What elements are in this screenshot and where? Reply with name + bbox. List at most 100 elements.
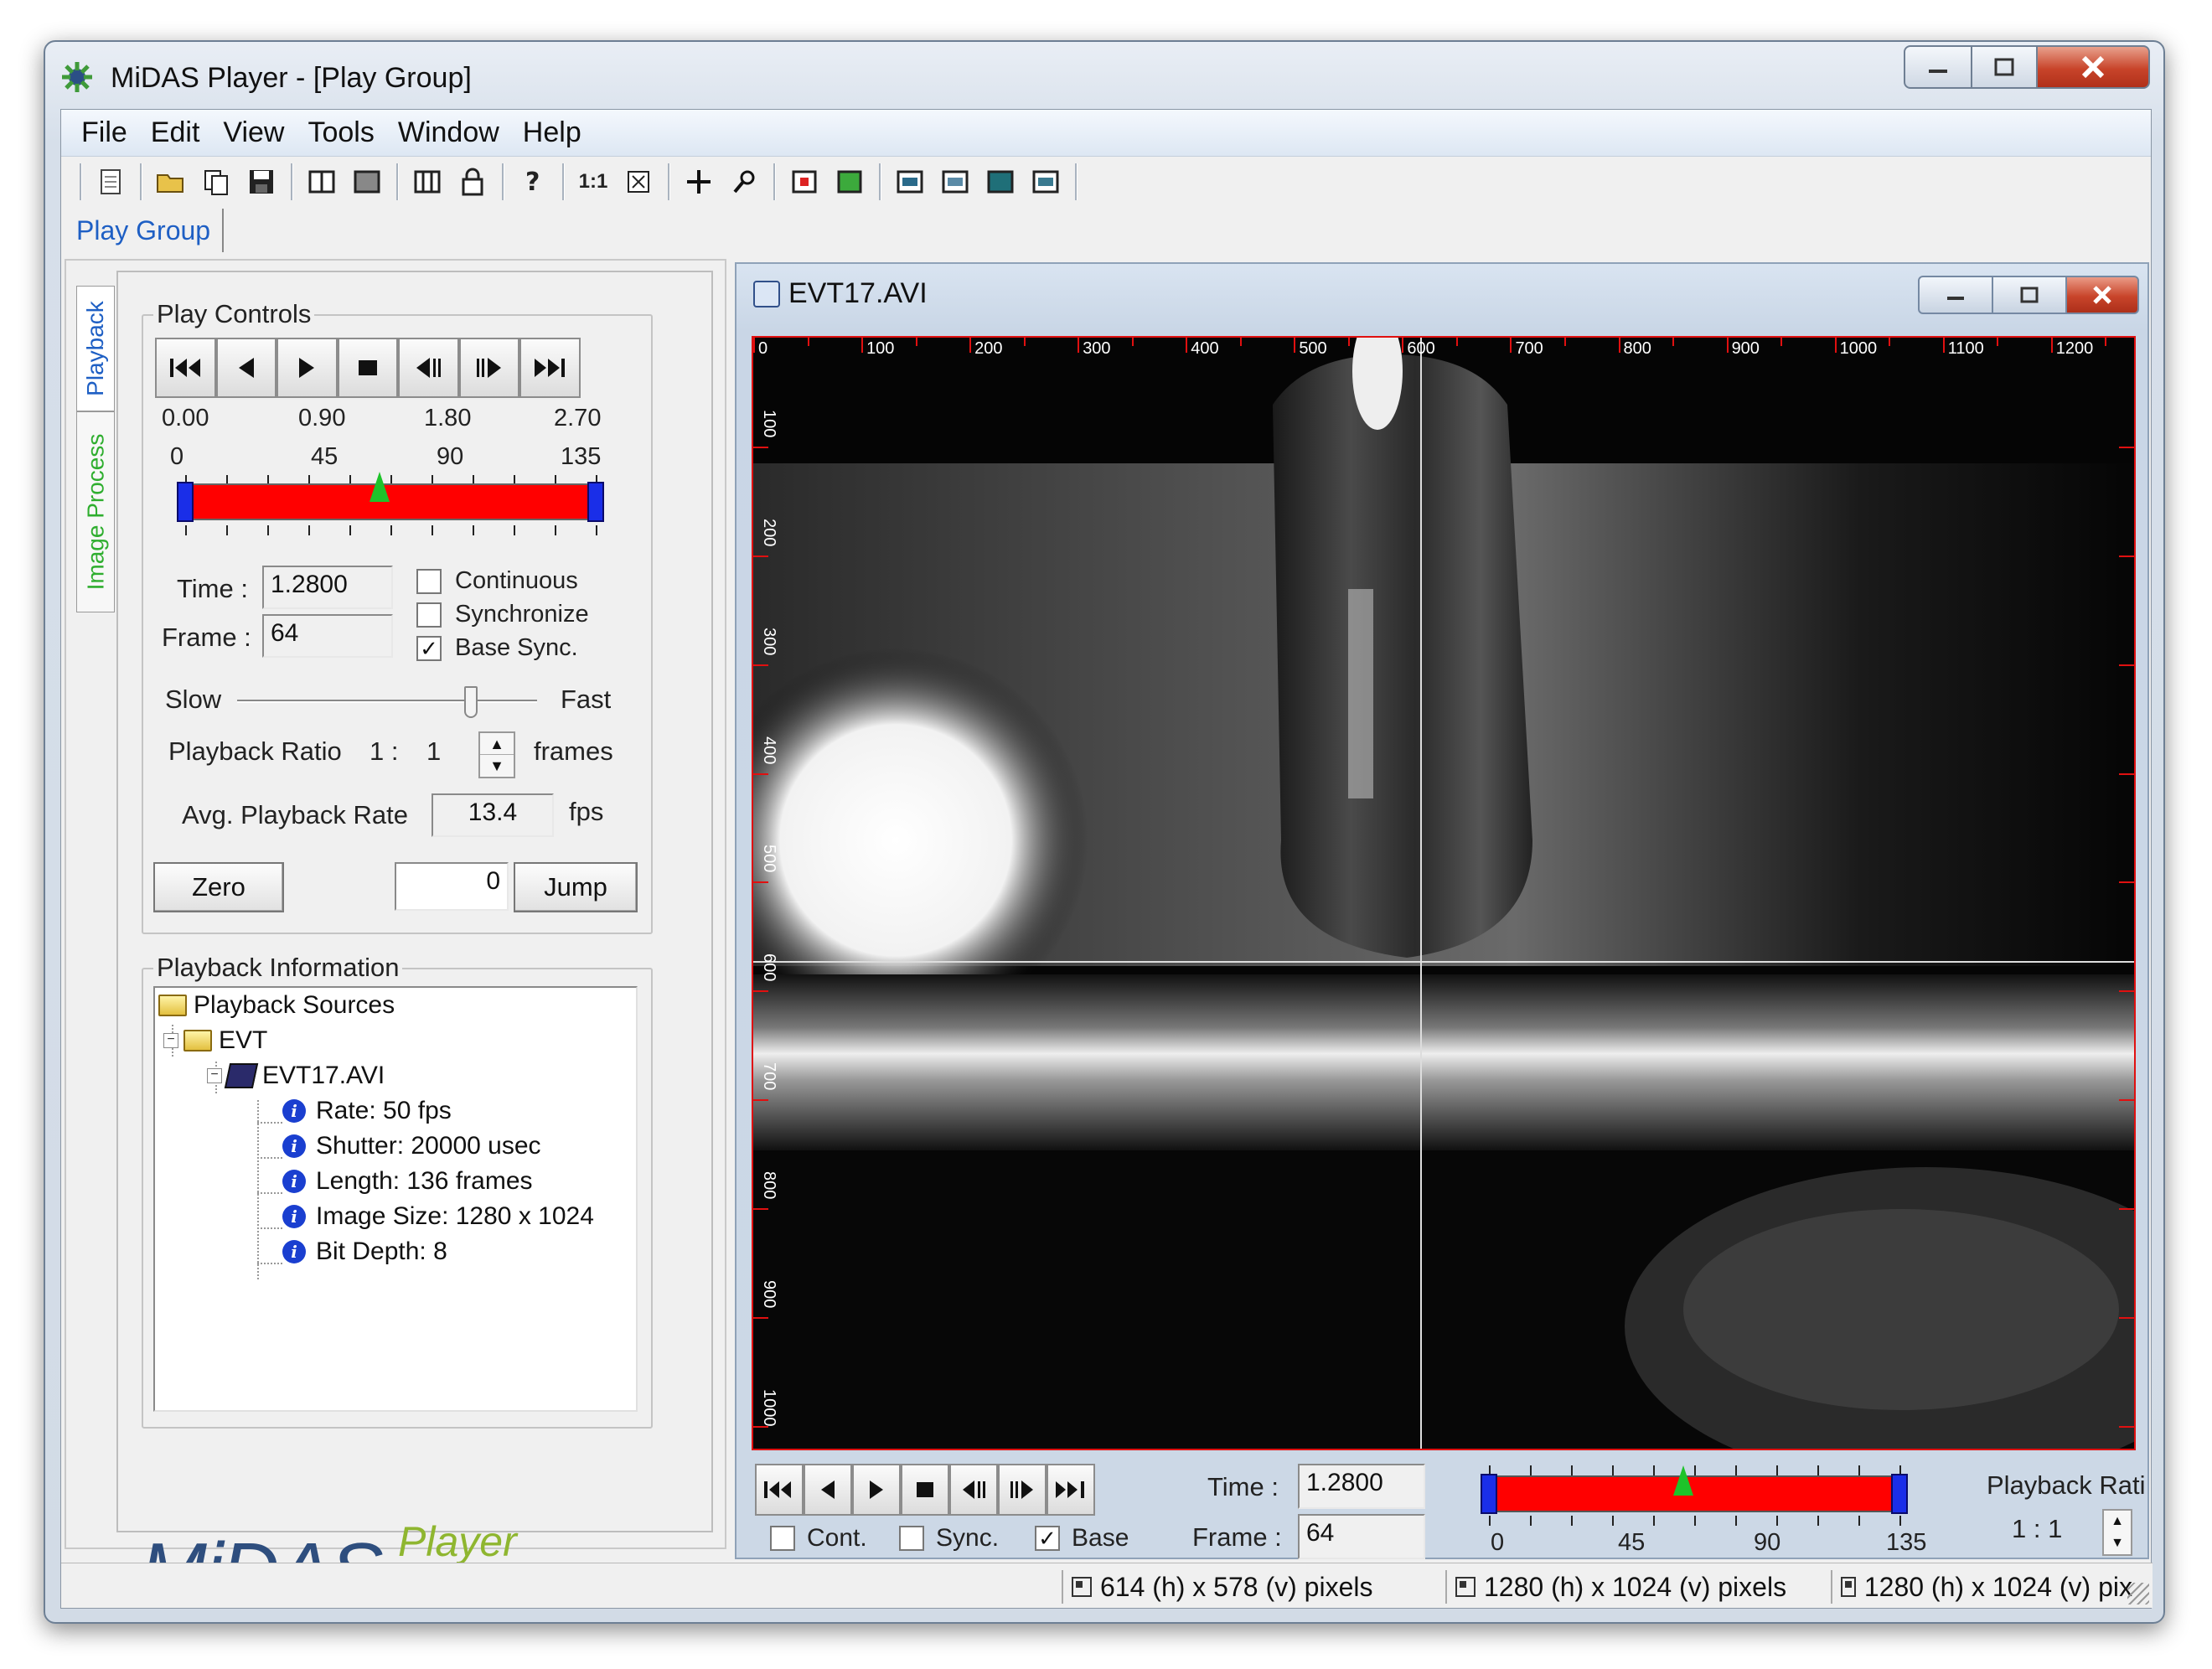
help-icon[interactable]: ?	[514, 163, 552, 201]
zoom-icon[interactable]	[725, 163, 763, 201]
continuous-checkbox[interactable]	[416, 569, 442, 594]
child-time-field[interactable]: 1.2800	[1298, 1464, 1425, 1509]
spin-up-icon[interactable]: ▲	[2104, 1511, 2131, 1532]
first-frame-button[interactable]	[755, 1464, 804, 1516]
crop-icon[interactable]	[785, 163, 824, 201]
ruler-tick	[1294, 338, 1296, 353]
ratio-spinner[interactable]: ▲ ▼	[478, 731, 515, 778]
slider-end-cap[interactable]	[1891, 1474, 1908, 1514]
play-button[interactable]	[852, 1464, 901, 1516]
video-frame[interactable]: 0 100 200 300 400 500 600 700 800 900 1000 1100 1200…	[752, 336, 2136, 1450]
title-bar[interactable]: MiDAS Player - [Play Group]	[45, 42, 2163, 109]
child-ratio-spinner[interactable]: ▲ ▼	[2102, 1509, 2132, 1556]
menu-edit[interactable]: Edit	[139, 116, 212, 149]
lock-icon[interactable]	[453, 163, 492, 201]
step-back-button[interactable]	[949, 1464, 998, 1516]
minimize-button[interactable]	[1904, 45, 1972, 89]
tree-item-group[interactable]: − EVT	[163, 1026, 267, 1055]
base-checkbox[interactable]: ✓	[1035, 1526, 1060, 1551]
menu-view[interactable]: View	[211, 116, 296, 149]
child-minimize-button[interactable]	[1918, 276, 1993, 314]
sync-checkbox[interactable]	[899, 1526, 924, 1551]
menu-file[interactable]: File	[70, 116, 139, 149]
spin-down-icon[interactable]: ▼	[2104, 1532, 2131, 1554]
ruler-tick	[753, 881, 768, 884]
layout1-icon[interactable]	[891, 163, 929, 201]
last-frame-button[interactable]	[519, 338, 581, 398]
synchronize-checkbox[interactable]	[416, 602, 442, 628]
tree-item-detail[interactable]: i Bit Depth: 8	[282, 1238, 447, 1266]
speed-slider-track[interactable]	[237, 700, 537, 703]
image-size-text: 1280 (h) x 1024 (v) pixels	[1484, 1571, 1787, 1602]
cont-checkbox[interactable]	[770, 1526, 795, 1551]
tree-item-file[interactable]: − EVT17.AVI	[207, 1062, 385, 1090]
info-icon: i	[282, 1170, 306, 1193]
layout2-icon[interactable]	[936, 163, 974, 201]
playback-sources-tree[interactable]: Playback Sources − EVT − EVT17.AVI i Rate: …	[153, 986, 638, 1412]
move-icon[interactable]	[680, 163, 718, 201]
spin-down-icon[interactable]: ▼	[480, 755, 514, 777]
child-frame-field[interactable]: 64	[1298, 1514, 1425, 1559]
tab-playback[interactable]: Playback	[76, 286, 115, 411]
menu-tools[interactable]: Tools	[296, 116, 385, 149]
fit-icon[interactable]	[619, 163, 658, 201]
menu-help[interactable]: Help	[511, 116, 593, 149]
ratio-left-value: 1 :	[370, 736, 399, 766]
close-button[interactable]	[2036, 45, 2150, 89]
zero-button[interactable]: Zero	[153, 862, 284, 912]
child-frame-slider[interactable]	[1481, 1474, 1908, 1514]
copy-icon[interactable]	[197, 163, 235, 201]
last-frame-button[interactable]	[1047, 1464, 1095, 1516]
columns-icon[interactable]	[408, 163, 447, 201]
maximize-button[interactable]	[1971, 45, 2038, 89]
step-forward-button[interactable]	[998, 1464, 1047, 1516]
slider-start-cap[interactable]	[177, 482, 194, 522]
menu-window[interactable]: Window	[386, 116, 511, 149]
child-close-button[interactable]	[2065, 276, 2139, 314]
stop-button[interactable]	[337, 338, 398, 398]
collapse-icon[interactable]: −	[207, 1068, 222, 1083]
tree-item-detail[interactable]: i Length: 136 frames	[282, 1167, 533, 1196]
child-tick-label: 90	[1754, 1529, 1781, 1556]
open-icon[interactable]	[152, 163, 190, 201]
play-button[interactable]	[276, 338, 338, 398]
save-icon[interactable]	[242, 163, 281, 201]
tree-item-root[interactable]: Playback Sources	[158, 991, 395, 1020]
base-sync-checkbox[interactable]: ✓	[416, 636, 442, 661]
tree-item-detail[interactable]: i Image Size: 1280 x 1024	[282, 1202, 594, 1231]
tree-item-detail[interactable]: i Shutter: 20000 usec	[282, 1132, 541, 1160]
split-view-icon[interactable]	[302, 163, 341, 201]
time-field[interactable]: 1.2800	[262, 566, 393, 609]
speed-slider-thumb[interactable]	[464, 686, 478, 718]
frame-field[interactable]: 64	[262, 614, 393, 658]
first-frame-button[interactable]	[155, 338, 216, 398]
child-restore-button[interactable]	[1992, 276, 2067, 314]
child-frame-position-marker[interactable]	[1672, 1465, 1693, 1496]
spin-up-icon[interactable]: ▲	[480, 733, 514, 755]
jump-button[interactable]: Jump	[514, 862, 638, 912]
child-ratio-value: 1 : 1	[2012, 1514, 2063, 1543]
slider-start-cap[interactable]	[1481, 1474, 1497, 1514]
new-icon[interactable]	[91, 163, 130, 201]
jump-frame-input[interactable]: 0	[395, 862, 509, 911]
one-to-one-icon[interactable]: 1:1	[574, 163, 612, 201]
step-back-button[interactable]	[398, 338, 459, 398]
tree-item-detail[interactable]: i Rate: 50 fps	[282, 1097, 452, 1125]
frame-position-marker[interactable]	[369, 472, 390, 502]
layout4-icon[interactable]	[1026, 163, 1065, 201]
play-reverse-button[interactable]	[215, 338, 276, 398]
play-reverse-button[interactable]	[804, 1464, 852, 1516]
tab-play-group[interactable]: Play Group	[65, 209, 225, 252]
slider-end-cap[interactable]	[587, 482, 604, 522]
tab-image-process[interactable]: Image Process	[76, 411, 115, 612]
frame-slider[interactable]	[177, 482, 604, 522]
collapse-icon[interactable]: −	[163, 1033, 178, 1048]
single-view-icon[interactable]	[348, 163, 386, 201]
fill-icon[interactable]	[830, 163, 869, 201]
info-icon: i	[282, 1134, 306, 1158]
step-forward-button[interactable]	[458, 338, 519, 398]
stop-button[interactable]	[901, 1464, 949, 1516]
fast-label: Fast	[561, 685, 612, 714]
layout3-icon[interactable]	[981, 163, 1020, 201]
resize-grip-icon[interactable]	[2127, 1583, 2149, 1604]
